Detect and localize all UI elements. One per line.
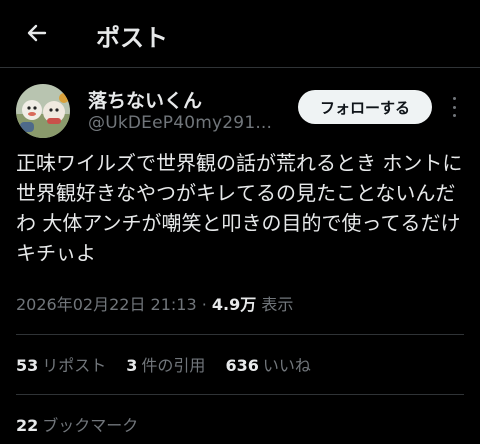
bookmarks-stat[interactable]: 22 ブックマーク (16, 412, 138, 436)
bookmarks-label: ブックマーク (42, 416, 139, 435)
back-button[interactable] (24, 20, 50, 46)
meta-separator: · (201, 295, 207, 314)
divider (16, 334, 464, 335)
author-handle[interactable]: @UkDEeP40my291... (88, 113, 272, 133)
reposts-label: リポスト (42, 356, 107, 375)
more-options-icon[interactable] (444, 94, 464, 120)
follow-button[interactable]: フォローする (298, 90, 432, 124)
avatar[interactable] (16, 84, 70, 138)
likes-label: いいね (262, 356, 311, 375)
quotes-stat[interactable]: 3 件の引用 (126, 352, 205, 376)
views-count: 4.9万 (211, 295, 257, 314)
timestamp[interactable]: 2026年02月22日 21:13 (16, 295, 197, 314)
views-label: 表示 (261, 295, 294, 314)
engagement-stats: 53 リポスト 3 件の引用 636 いいね (16, 352, 311, 376)
quotes-count: 3 (126, 356, 138, 375)
likes-count: 636 (225, 356, 259, 375)
quotes-label: 件の引用 (141, 356, 206, 375)
avatar-image (16, 84, 70, 138)
arrow-left-icon (27, 24, 47, 42)
reposts-stat[interactable]: 53 リポスト (16, 352, 106, 376)
page-title: ポスト (96, 24, 168, 52)
divider (16, 394, 464, 395)
top-bar: ポスト (0, 0, 480, 68)
bookmarks-count: 22 (16, 416, 39, 435)
tweet-meta: 2026年02月22日 21:13 · 4.9万 表示 (16, 291, 293, 315)
likes-stat[interactable]: 636 いいね (225, 352, 310, 376)
tweet-text: 正味ワイルズで世界観の話が荒れるとき ホントに世界観好きなやつがキレてるの見たこ… (16, 151, 463, 265)
author-display-name[interactable]: 落ちないくん (88, 86, 202, 113)
reposts-count: 53 (16, 356, 39, 375)
